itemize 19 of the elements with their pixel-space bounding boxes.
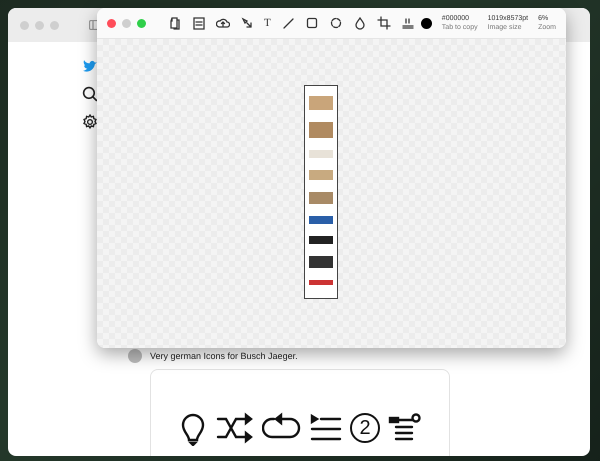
- ruler-icon[interactable]: [400, 16, 415, 30]
- search-icon[interactable]: [82, 86, 98, 102]
- line-icon[interactable]: [280, 16, 295, 30]
- drop-icon[interactable]: [352, 16, 367, 30]
- crop-icon[interactable]: [376, 16, 391, 30]
- number-badge: 2: [350, 413, 380, 443]
- text-tool[interactable]: T: [264, 17, 271, 29]
- rectangle-icon[interactable]: [304, 16, 319, 30]
- circle-icon[interactable]: [328, 16, 343, 30]
- bird-icon[interactable]: [82, 58, 98, 74]
- avatar: [128, 349, 142, 363]
- cloud-icon[interactable]: [216, 16, 230, 30]
- tweet-text: Very german Icons for Busch Jaeger.: [150, 351, 298, 361]
- select-icon[interactable]: [240, 16, 254, 30]
- shuffle-icon: [216, 410, 254, 446]
- color-swatch[interactable]: [420, 18, 432, 28]
- copy-icon[interactable]: [168, 16, 182, 30]
- save-icon[interactable]: [192, 16, 206, 30]
- settings-icon[interactable]: [82, 114, 98, 130]
